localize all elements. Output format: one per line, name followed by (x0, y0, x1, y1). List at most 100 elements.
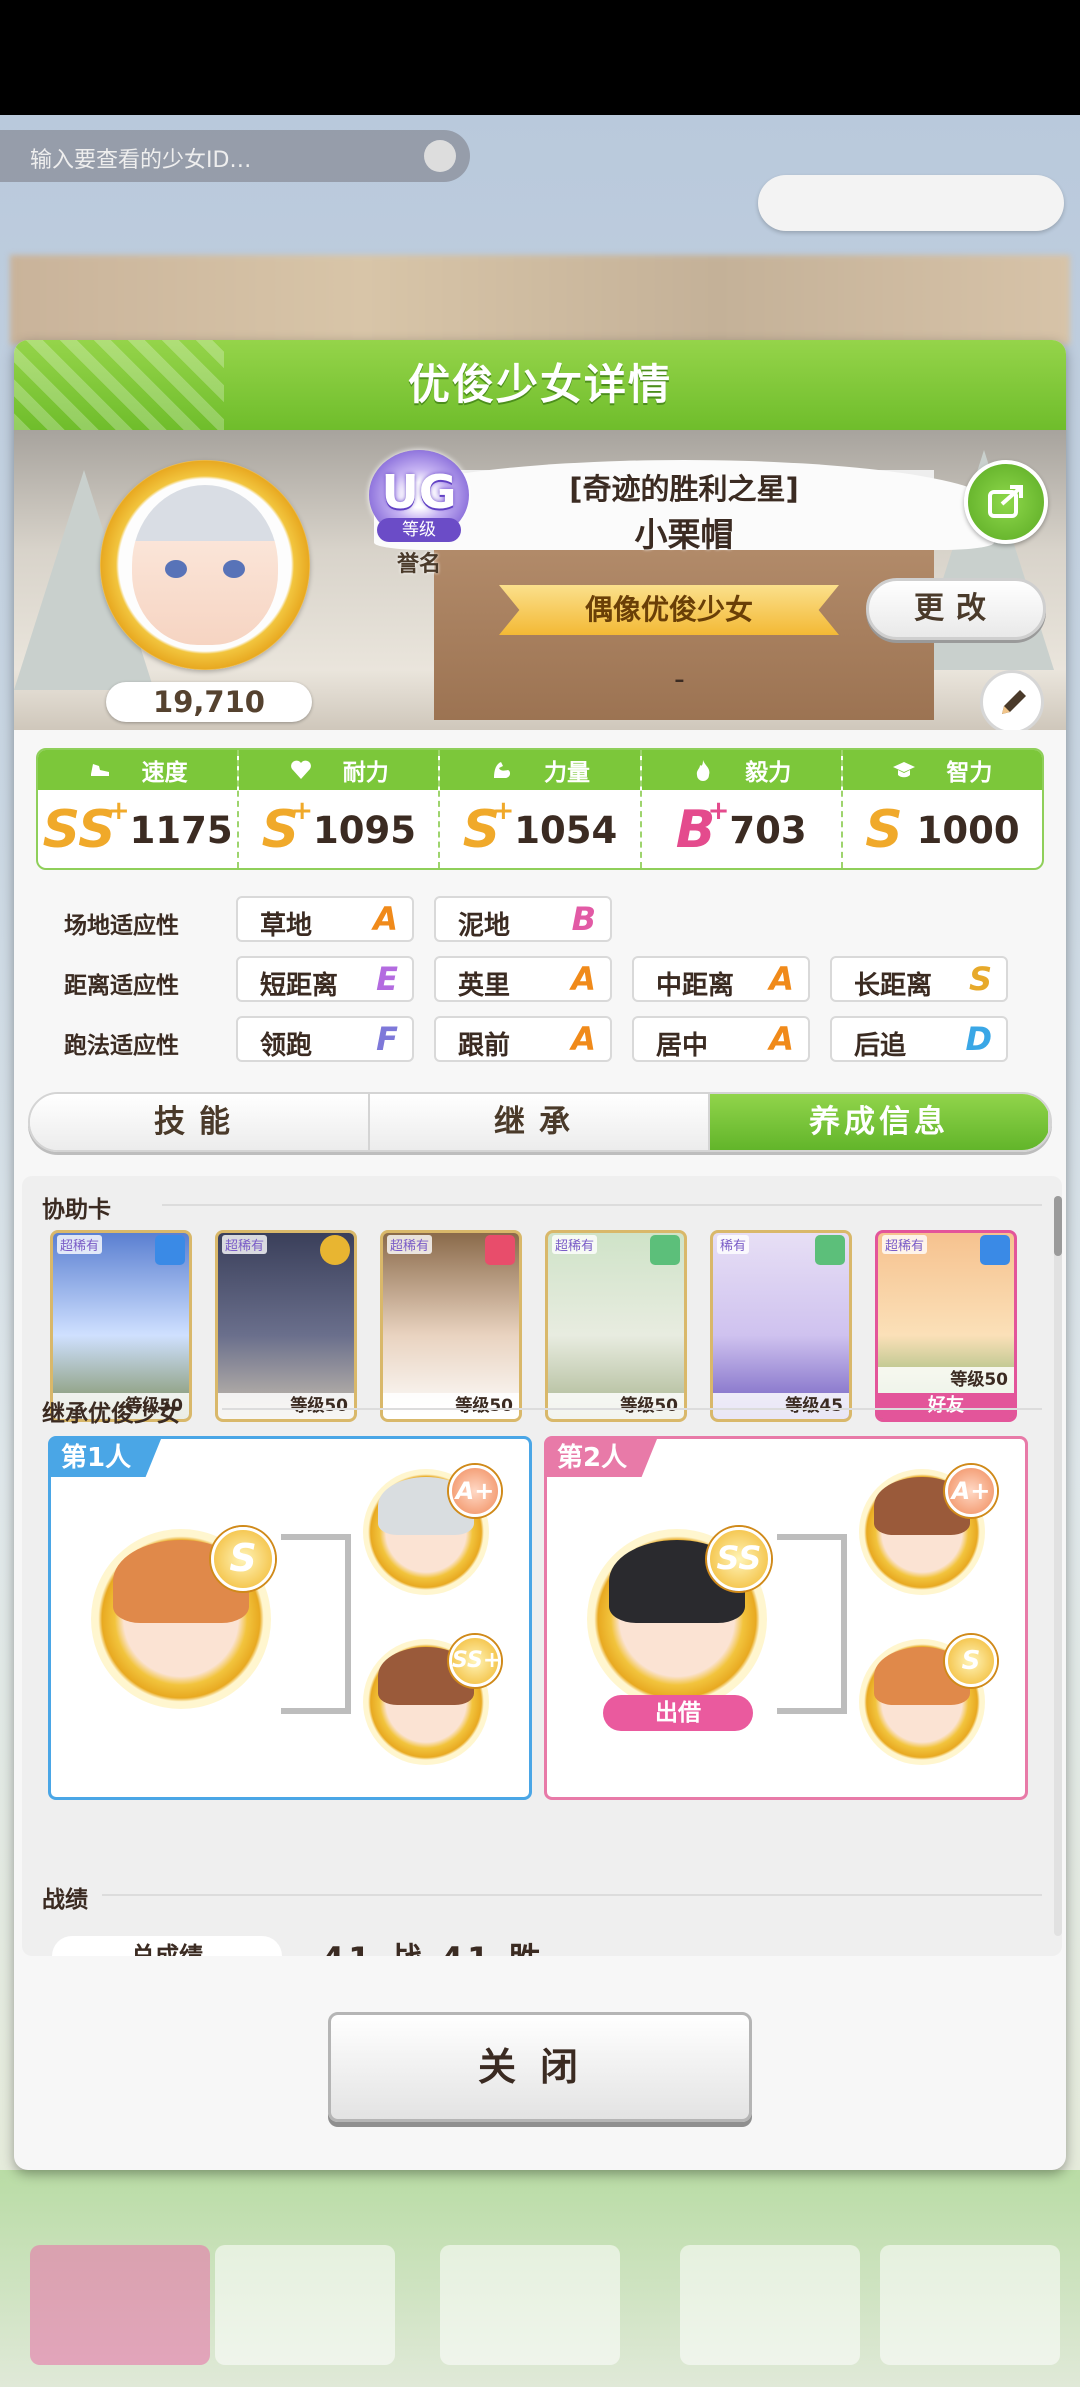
tab-skills[interactable]: 技能 (30, 1094, 370, 1150)
nav-item-5 (880, 2245, 1060, 2365)
support-card[interactable]: 超稀有 等级50 (545, 1230, 687, 1422)
epithet: [奇迹的胜利之星] (569, 472, 799, 506)
detail-tabs: 技能 继承 养成信息 (28, 1092, 1052, 1152)
support-card[interactable]: 超稀有 等级50 (215, 1230, 357, 1422)
stat-wisdom: 智力 S 1000 (842, 750, 1042, 868)
grandparent-grade: A+ (945, 1465, 997, 1517)
stat-power: 力量 S +1054 (440, 750, 642, 868)
card-rarity: 超稀有 (882, 1235, 928, 1254)
card-rarity: 超稀有 (552, 1235, 598, 1254)
close-button[interactable]: 关闭 (328, 2012, 752, 2122)
aptitude-turf: 草地 A (236, 896, 414, 942)
evaluation-score: 19,710 (106, 682, 312, 722)
aptitude-end-closer: 后追 D (830, 1016, 1008, 1062)
character-detail-modal: 优俊少女详情 19,710 UG 等级 誉名 [奇迹的胜利之星] 小栗帽 偶像优… (14, 340, 1066, 2170)
aptitude-front-runner: 领跑 F (236, 1016, 414, 1062)
parent-tag: 第1人 (51, 1439, 161, 1477)
divider (222, 1408, 1042, 1410)
aptitude-long: 长距离 S (830, 956, 1008, 1002)
stat-stamina: 耐力 S +1095 (239, 750, 441, 868)
edit-button[interactable] (980, 670, 1044, 730)
card-level: 等级50 (548, 1393, 684, 1419)
stat-grade: S + (462, 796, 515, 860)
card-level: 等级50 (878, 1367, 1014, 1393)
record-value: 41 战 41 胜 (322, 1934, 545, 1956)
graduation-cap-icon (893, 762, 916, 778)
card-level: 等级50 (383, 1393, 519, 1419)
field-aptitude-row: 场地适应性 草地 A 泥地 B (14, 896, 1066, 942)
aptitude-mile: 英里 A (434, 956, 612, 1002)
distance-aptitude-row: 距离适应性 短距离 E 英里 A 中距离 A 长距离 S (14, 956, 1066, 1002)
divider (162, 1204, 1042, 1206)
nav-item-3 (440, 2245, 620, 2365)
stat-value: 1175 (129, 808, 233, 852)
aptitude-label: 距离适应性 (64, 973, 179, 999)
stat-grade: B + (675, 796, 730, 860)
style-aptitude-row: 跑法适应性 领跑 F 跟前 A 居中 A 后追 D (14, 1016, 1066, 1062)
modal-header: 优俊少女详情 (14, 340, 1066, 430)
record-section-title: 战绩 (42, 1887, 88, 1913)
profile-hero: 19,710 UG 等级 誉名 [奇迹的胜利之星] 小栗帽 偶像优俊少女 更改 … (14, 430, 1066, 730)
grandparent-grade: S (945, 1635, 997, 1687)
stat-value: 1000 (916, 808, 1020, 852)
blurred-header-strip (10, 255, 1070, 345)
stat-label: 力量 (544, 760, 590, 786)
grandparent-grade: SS+ (449, 1635, 501, 1687)
share-icon (988, 485, 1023, 518)
stats-panel: 速度 SS +1175 耐力 S +1095 力量 S +1054 毅力 B +703 … (36, 748, 1044, 870)
record-label: 总成绩 (52, 1936, 282, 1956)
stamina-type-icon (485, 1235, 515, 1265)
support-card[interactable]: 超稀有 等级50 好友 (875, 1230, 1017, 1422)
parent-grade: SS (707, 1527, 771, 1591)
aptitude-pace-chaser: 跟前 A (434, 1016, 612, 1062)
support-card[interactable]: 稀有 等级45 (710, 1230, 852, 1422)
card-rarity: 稀有 (717, 1235, 750, 1254)
tab-training-info[interactable]: 养成信息 (710, 1094, 1050, 1150)
stat-grade: S + (261, 796, 314, 860)
stat-value: 703 (729, 808, 807, 852)
lineage-connector (281, 1534, 351, 1714)
inherit-parent-2[interactable]: 第2人 SS 出借 A+ S (544, 1436, 1028, 1800)
card-level: 等级50 (218, 1393, 354, 1419)
stat-label: 耐力 (342, 760, 389, 786)
inherit-parent-1[interactable]: 第1人 S A+ SS+ (48, 1436, 532, 1800)
stat-value: 1095 (313, 808, 417, 852)
stat-label: 毅力 (745, 760, 792, 786)
change-button[interactable]: 更改 (866, 578, 1046, 640)
aptitude-sprint: 短距离 E (236, 956, 414, 1002)
nav-item-2 (215, 2245, 395, 2365)
muscle-icon (494, 762, 511, 778)
title-ribbon: 偶像优俊少女 (499, 585, 839, 635)
divider (102, 1894, 1042, 1896)
stat-speed: 速度 SS +1175 (38, 750, 240, 868)
training-info-panel[interactable]: 协助卡 超稀有 等级50 超稀有 等级50 超稀有 等级50 超稀有 等级50 … (22, 1176, 1062, 1956)
card-rarity: 超稀有 (57, 1235, 103, 1254)
aptitude-dirt: 泥地 B (434, 896, 612, 942)
nav-item-4 (680, 2245, 860, 2365)
support-card[interactable]: 超稀有 等级50 (380, 1230, 522, 1422)
wisdom-type-icon (815, 1235, 845, 1265)
comment-text: - (674, 662, 685, 697)
lend-badge: 出借 (603, 1695, 753, 1731)
parent-grade: S (211, 1527, 275, 1591)
wisdom-type-icon (650, 1235, 680, 1265)
friend-label: 好友 (878, 1393, 1014, 1419)
heart-icon (290, 760, 311, 779)
stat-label: 速度 (141, 760, 188, 786)
scrollbar-thumb[interactable] (1054, 1196, 1062, 1256)
parent-tag: 第2人 (547, 1439, 657, 1477)
tab-inheritance[interactable]: 继承 (370, 1094, 710, 1150)
aptitude-late-surger: 居中 A (632, 1016, 810, 1062)
aptitude-medium: 中距离 A (632, 956, 810, 1002)
blurred-settings-pill (758, 175, 1064, 231)
lineage-connector (777, 1534, 847, 1714)
scrollbar[interactable] (1054, 1196, 1062, 1936)
card-rarity: 超稀有 (222, 1235, 268, 1254)
blurred-search-bar: 输入要查看的少女ID… (0, 130, 470, 182)
speed-type-icon (980, 1235, 1010, 1265)
wisdom-type-icon (320, 1235, 350, 1265)
share-button[interactable] (964, 460, 1048, 544)
speed-type-icon (155, 1235, 185, 1265)
search-hint: 输入要查看的少女ID… (30, 148, 252, 173)
aptitude-label: 跑法适应性 (64, 1033, 179, 1059)
